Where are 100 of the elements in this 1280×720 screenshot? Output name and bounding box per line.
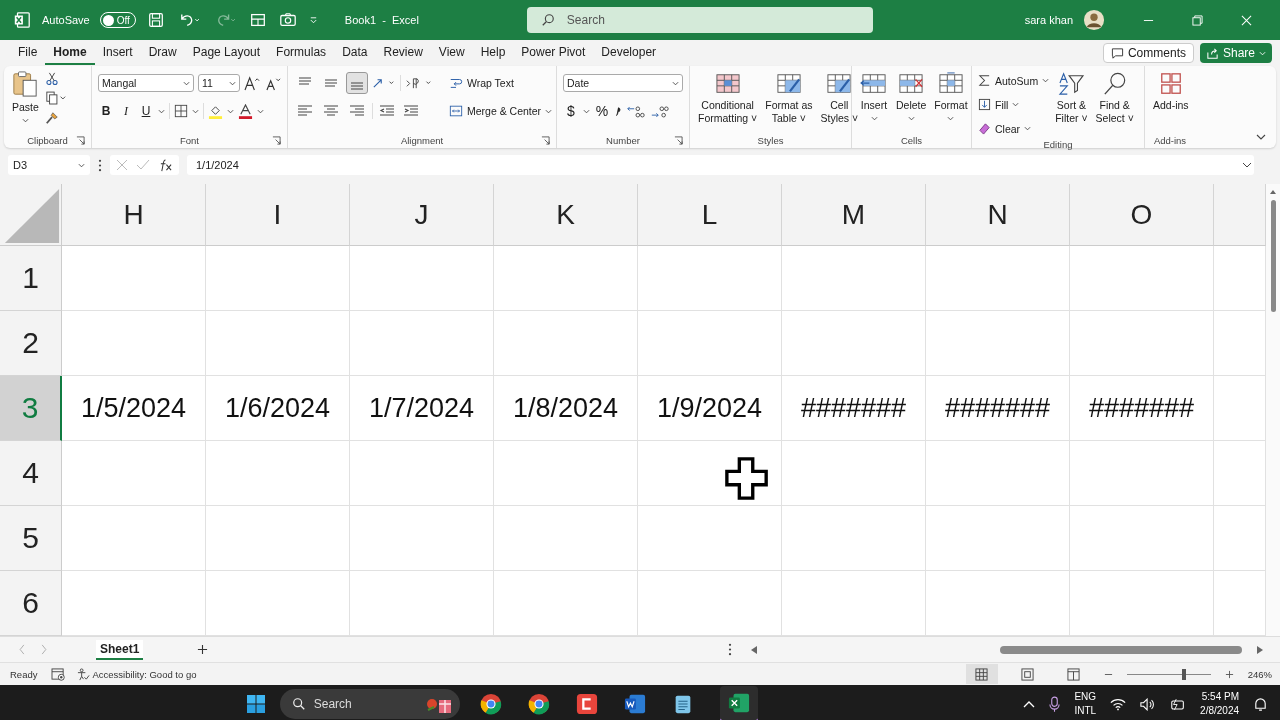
form-icon[interactable]: [248, 11, 267, 29]
column-header[interactable]: J: [350, 184, 494, 246]
ribbon-button[interactable]: Add-ins: [1151, 70, 1191, 114]
column-header[interactable]: K: [494, 184, 638, 246]
bold-button[interactable]: B: [98, 104, 114, 118]
share-button[interactable]: Share: [1199, 43, 1272, 63]
battery-icon[interactable]: [1170, 697, 1187, 711]
next-sheet-icon[interactable]: [40, 644, 48, 655]
screen-recorder-icon[interactable]: [575, 693, 598, 715]
table-cell[interactable]: [782, 506, 926, 571]
table-cell[interactable]: [206, 506, 350, 571]
column-header[interactable]: M: [782, 184, 926, 246]
merge-center-button[interactable]: Merge & Center: [449, 100, 553, 122]
number-format-field[interactable]: Date: [563, 74, 683, 92]
collapse-ribbon-icon[interactable]: [1256, 132, 1266, 142]
row-header[interactable]: 4: [0, 441, 62, 506]
table-cell[interactable]: [1070, 311, 1214, 376]
volume-icon[interactable]: [1140, 697, 1157, 711]
table-cell[interactable]: 1/7/2024: [350, 376, 494, 441]
row-header[interactable]: 5: [0, 506, 62, 571]
increase-decimal-icon[interactable]: [626, 103, 646, 119]
wifi-icon[interactable]: [1110, 697, 1127, 711]
underline-button[interactable]: U: [138, 104, 154, 118]
table-cell[interactable]: #######: [926, 376, 1070, 441]
fill-color-icon[interactable]: [208, 103, 223, 119]
more-options-icon[interactable]: [98, 158, 102, 172]
dialog-launcher-icon[interactable]: [674, 135, 683, 145]
word-icon[interactable]: [623, 693, 646, 715]
enter-check-icon[interactable]: [136, 159, 150, 171]
customize-toolbar-icon[interactable]: [308, 15, 318, 25]
clock-date[interactable]: 2/8/2024: [1200, 704, 1239, 718]
dialog-launcher-icon[interactable]: [541, 135, 550, 145]
decrease-font-size-icon[interactable]: [265, 75, 282, 91]
table-cell[interactable]: 1/5/2024: [62, 376, 206, 441]
keyboard-layout-indicator[interactable]: INTL: [1074, 704, 1097, 718]
camera-icon[interactable]: [278, 11, 297, 29]
paragraph-direction-icon[interactable]: [405, 75, 433, 91]
copy-icon[interactable]: [44, 91, 67, 106]
table-cell[interactable]: [494, 246, 638, 311]
more-options-icon[interactable]: [728, 643, 732, 656]
table-cell[interactable]: [1070, 441, 1214, 506]
table-cell[interactable]: [206, 441, 350, 506]
formula-field[interactable]: 1/1/2024: [187, 155, 1254, 175]
excel-icon[interactable]: [727, 692, 750, 714]
dialog-launcher-icon[interactable]: [76, 135, 85, 145]
table-cell[interactable]: [1070, 506, 1214, 571]
font-name-field[interactable]: Mangal: [98, 74, 194, 92]
menu-tab[interactable]: Draw: [140, 41, 185, 65]
microphone-icon[interactable]: [1049, 695, 1061, 713]
language-indicator[interactable]: ENG: [1074, 690, 1097, 704]
ribbon-button[interactable]: Format: [932, 70, 970, 124]
table-cell[interactable]: [494, 311, 638, 376]
table-cell[interactable]: [926, 311, 1070, 376]
save-icon[interactable]: [146, 11, 165, 29]
row-header[interactable]: 2: [0, 311, 62, 376]
taskbar-search-field[interactable]: Search: [279, 689, 460, 719]
ribbon-button[interactable]: Format as Table ˅: [763, 70, 815, 127]
close-icon[interactable]: [1241, 14, 1252, 26]
table-cell[interactable]: #######: [1070, 376, 1214, 441]
table-cell[interactable]: [1070, 246, 1214, 311]
fill-button[interactable]: Fill: [978, 94, 1050, 115]
menu-tab[interactable]: Insert: [94, 41, 141, 65]
table-cell[interactable]: [494, 441, 638, 506]
ribbon-button[interactable]: Find & Select ˅: [1093, 70, 1136, 127]
bottom-align-icon[interactable]: [346, 72, 368, 94]
table-cell[interactable]: 1/6/2024: [206, 376, 350, 441]
menu-tab[interactable]: Power Pivot: [513, 41, 594, 65]
ribbon-button[interactable]: Sort & Filter ˅: [1053, 70, 1090, 127]
insert-function-icon[interactable]: [158, 158, 173, 172]
table-cell[interactable]: [638, 506, 782, 571]
column-header[interactable]: H: [62, 184, 206, 246]
notification-icon[interactable]: [1253, 696, 1268, 712]
chevron-up-icon[interactable]: [1023, 700, 1036, 708]
menu-tab[interactable]: Page Layout: [184, 41, 269, 65]
scroll-right-icon[interactable]: [1256, 644, 1264, 655]
expand-formula-bar-icon[interactable]: [1242, 160, 1252, 170]
zoom-in-icon[interactable]: [1224, 669, 1234, 679]
autosum-button[interactable]: AutoSum: [978, 70, 1050, 91]
search-field[interactable]: Search: [526, 7, 873, 33]
select-all-corner[interactable]: [0, 184, 62, 246]
chrome-icon[interactable]: [527, 693, 550, 715]
table-cell[interactable]: [62, 311, 206, 376]
menu-tab[interactable]: Data: [334, 41, 376, 65]
decrease-decimal-icon[interactable]: [650, 103, 670, 119]
table-cell[interactable]: [350, 441, 494, 506]
avatar-icon[interactable]: [1083, 9, 1105, 31]
table-cell[interactable]: [62, 506, 206, 571]
menu-tab[interactable]: Developer: [593, 41, 665, 65]
italic-button[interactable]: I: [118, 103, 134, 119]
menu-tab[interactable]: View: [430, 41, 473, 65]
comments-button[interactable]: Comments: [1102, 43, 1194, 63]
ribbon-button[interactable]: Delete: [894, 70, 929, 124]
start-icon[interactable]: [245, 694, 266, 714]
table-cell[interactable]: [926, 246, 1070, 311]
menu-tab[interactable]: Help: [472, 41, 514, 65]
borders-icon[interactable]: [174, 104, 188, 118]
column-header[interactable]: N: [926, 184, 1070, 246]
table-cell[interactable]: [62, 441, 206, 506]
ribbon-button[interactable]: Insert: [858, 70, 890, 124]
font-color-icon[interactable]: [238, 103, 253, 119]
